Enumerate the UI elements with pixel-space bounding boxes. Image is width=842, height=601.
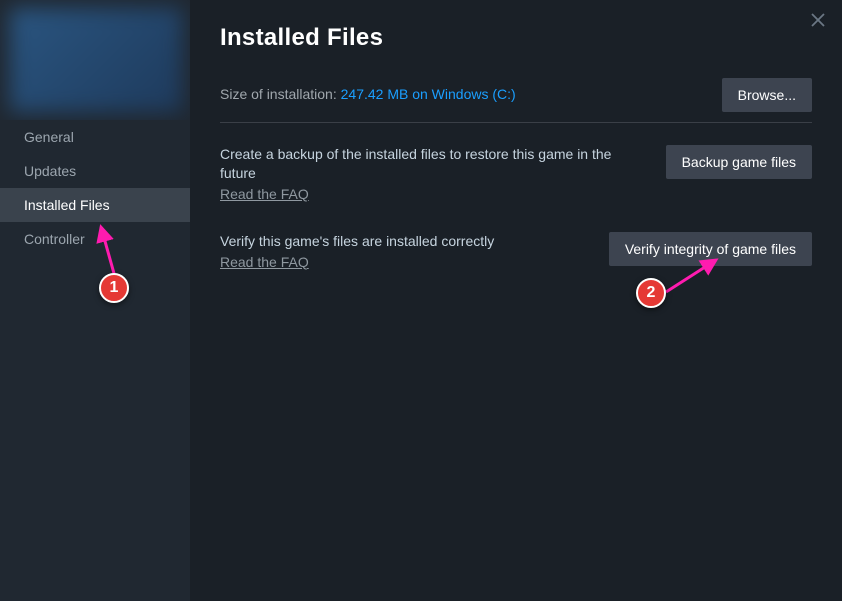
annotation-marker-2: 2 (636, 278, 666, 308)
sidebar-item-controller[interactable]: Controller (0, 222, 190, 256)
install-size-value[interactable]: 247.42 MB on Windows (C:) (341, 86, 516, 102)
install-size-text: Size of installation: 247.42 MB on Windo… (220, 86, 516, 104)
verify-faq-link[interactable]: Read the FAQ (220, 254, 309, 270)
sidebar-item-general[interactable]: General (0, 120, 190, 154)
install-size-label: Size of installation: (220, 86, 341, 102)
browse-button[interactable]: Browse... (722, 78, 812, 112)
main-panel: Installed Files Size of installation: 24… (190, 0, 842, 601)
game-header-image (0, 0, 190, 120)
sidebar-item-updates[interactable]: Updates (0, 154, 190, 188)
backup-description: Create a backup of the installed files t… (220, 145, 640, 183)
page-title: Installed Files (220, 24, 812, 52)
verify-integrity-button[interactable]: Verify integrity of game files (609, 232, 812, 266)
verify-description: Verify this game's files are installed c… (220, 232, 589, 251)
sidebar-item-installed-files[interactable]: Installed Files (0, 188, 190, 222)
backup-faq-link[interactable]: Read the FAQ (220, 186, 309, 202)
divider (220, 122, 812, 123)
sidebar: General Updates Installed Files Controll… (0, 0, 190, 601)
annotation-marker-1: 1 (99, 273, 129, 303)
close-icon[interactable] (808, 10, 828, 30)
backup-game-files-button[interactable]: Backup game files (666, 145, 812, 179)
